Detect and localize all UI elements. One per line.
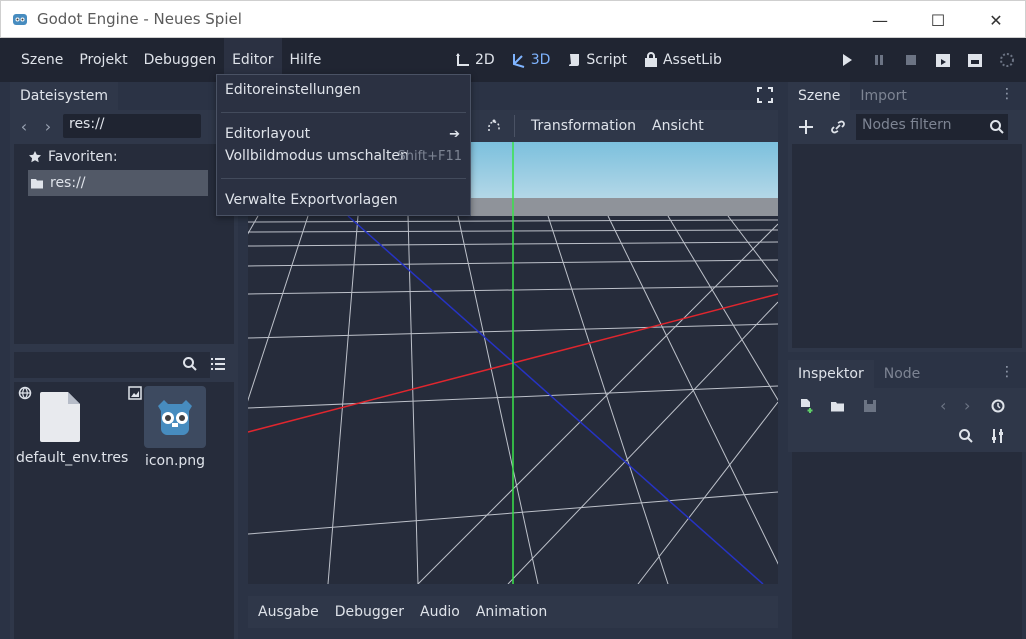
tab-node[interactable]: Node	[874, 360, 931, 388]
right-dock: Szene Import ⋮ Nodes filtern Inspektor N…	[788, 82, 1026, 639]
filesystem-dock: Dateisystem ‹ › res:// Favoriten: res://…	[10, 82, 238, 639]
menu-item-export-templates[interactable]: Verwalte Exportvorlagen	[225, 192, 398, 208]
clapper-icon	[968, 54, 982, 67]
bottom-panel-tabs: Ausgabe Debugger Audio Animation	[248, 596, 778, 628]
file-search-input[interactable]	[14, 352, 210, 378]
menu-item-toggle-fullscreen[interactable]: Vollbildmodus umschalten	[225, 148, 409, 164]
tree-label-favorites: Favoriten:	[48, 149, 118, 165]
back-arrow-icon[interactable]: ‹	[14, 117, 34, 136]
mode-2d-button[interactable]: 2D	[449, 52, 501, 68]
search-icon	[183, 357, 197, 371]
play-icon	[843, 54, 852, 66]
tab-debugger[interactable]: Debugger	[327, 604, 412, 620]
submenu-arrow-icon: ➔	[449, 127, 460, 142]
fullscreen-icon[interactable]	[756, 86, 774, 104]
tab-filesystem[interactable]: Dateisystem	[10, 82, 118, 110]
star-icon	[29, 151, 41, 163]
link-icon[interactable]	[830, 119, 846, 135]
add-node-icon[interactable]	[798, 119, 814, 135]
update-spinner[interactable]	[998, 51, 1016, 69]
tab-scene[interactable]: Szene	[788, 82, 851, 110]
tab-animation[interactable]: Animation	[468, 604, 555, 620]
play-custom-scene-button[interactable]	[966, 51, 984, 69]
menu-transformation[interactable]: Transformation	[523, 118, 644, 134]
file-name: icon.png	[144, 453, 206, 469]
clapper-play-icon	[936, 54, 950, 67]
file-default-env[interactable]: default_env.tres	[16, 390, 129, 468]
snap-icon[interactable]	[486, 118, 502, 134]
tab-audio[interactable]: Audio	[412, 604, 468, 620]
godot-icon	[158, 400, 192, 435]
mode-script-label: Script	[586, 52, 627, 68]
menu-item-editor-settings[interactable]: Editoreinstellungen	[225, 82, 361, 98]
title-bar: Godot Engine - Neues Spiel — ☐ ✕	[0, 0, 1026, 38]
tree-item-favorites[interactable]: Favoriten:	[14, 144, 234, 170]
maximize-button[interactable]: ☐	[909, 1, 967, 39]
search-icon	[990, 120, 1004, 134]
mode-assetlib-button[interactable]: AssetLib	[637, 52, 728, 68]
assetlib-icon	[644, 52, 657, 67]
history-forward-icon[interactable]: ›	[964, 396, 970, 415]
script-icon	[569, 54, 580, 66]
scene-tree[interactable]	[792, 144, 1022, 348]
minimize-button[interactable]: —	[851, 1, 909, 39]
menu-scene[interactable]: Szene	[13, 38, 71, 82]
close-button[interactable]: ✕	[967, 1, 1025, 39]
history-back-icon[interactable]: ‹	[940, 396, 946, 415]
menu-separator	[221, 178, 466, 179]
tab-output[interactable]: Ausgabe	[250, 604, 327, 620]
node-filter-input[interactable]: Nodes filtern	[856, 114, 1008, 140]
pause-icon	[875, 55, 883, 65]
mode-script-button[interactable]: Script	[560, 52, 633, 68]
forward-arrow-icon[interactable]: ›	[38, 117, 58, 136]
tab-inspector[interactable]: Inspektor	[788, 360, 874, 388]
folder-icon	[31, 179, 43, 189]
file-tree: Favoriten: res://	[14, 144, 234, 344]
new-resource-icon[interactable]	[798, 398, 814, 414]
play-scene-button[interactable]	[934, 51, 952, 69]
menu-separator	[221, 112, 466, 113]
mode-2d-label: 2D	[475, 52, 495, 68]
inspector-menu-icon[interactable]: ⋮	[1000, 364, 1014, 380]
tree-item-res[interactable]: res://	[28, 170, 208, 196]
stop-icon	[906, 55, 916, 65]
file-icon	[40, 392, 80, 442]
tools-icon[interactable]	[990, 428, 1006, 444]
godot-logo-icon	[13, 14, 27, 25]
3d-mode-icon	[512, 54, 524, 68]
window-title: Godot Engine - Neues Spiel	[37, 10, 242, 28]
mode-assetlib-label: AssetLib	[662, 52, 722, 68]
open-folder-icon[interactable]	[830, 398, 846, 414]
path-input[interactable]: res://	[63, 114, 201, 138]
2d-mode-icon	[456, 53, 469, 66]
tab-import[interactable]: Import	[850, 82, 916, 110]
spinner-icon	[1000, 53, 1014, 67]
menu-project[interactable]: Projekt	[71, 38, 135, 82]
tree-label-res: res://	[50, 175, 86, 191]
pause-button[interactable]	[870, 51, 888, 69]
editor-menu-dropdown: Editoreinstellungen Editorlayout ➔ Vollb…	[216, 74, 471, 216]
shortcut-label: Shift+F11	[397, 149, 462, 164]
menu-bar: Szene Projekt Debuggen Editor Hilfe 2D 3…	[0, 38, 1026, 82]
list-view-icon[interactable]	[210, 356, 226, 372]
file-grid: default_env.tres icon.png	[14, 382, 234, 639]
play-button[interactable]	[838, 51, 856, 69]
scene-dock-menu-icon[interactable]: ⋮	[1000, 86, 1014, 102]
file-name: default_env.tres	[16, 450, 129, 466]
inspector-properties	[792, 452, 1022, 639]
mode-3d-button[interactable]: 3D	[505, 52, 557, 68]
file-icon-png[interactable]: icon.png	[132, 386, 218, 471]
menu-item-editor-layout[interactable]: Editorlayout	[225, 126, 310, 142]
mode-3d-label: 3D	[530, 52, 551, 68]
history-icon[interactable]	[990, 398, 1006, 414]
search-icon[interactable]	[958, 428, 974, 444]
save-icon[interactable]	[862, 398, 878, 414]
menu-debug[interactable]: Debuggen	[136, 38, 224, 82]
stop-button[interactable]	[902, 51, 920, 69]
menu-view[interactable]: Ansicht	[644, 118, 712, 134]
